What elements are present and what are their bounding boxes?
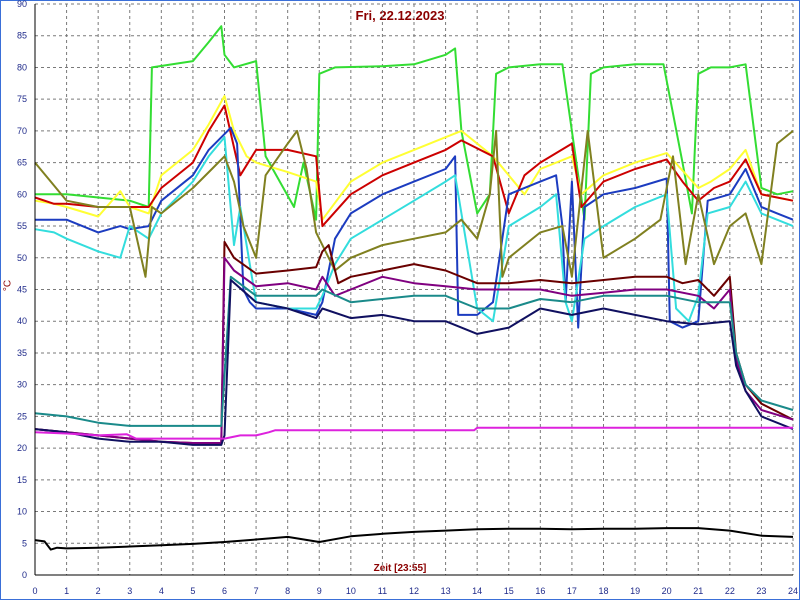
x-tick-label: 18 xyxy=(598,586,608,596)
x-tick-label: 14 xyxy=(472,586,482,596)
series-line-8 xyxy=(34,256,794,444)
x-tick-label: 23 xyxy=(756,586,766,596)
y-tick-label: 10 xyxy=(17,507,27,517)
x-tick-label: 0 xyxy=(32,586,37,596)
temperature-chart: 0510152025303540455055606570758085900 1 2 3… xyxy=(0,0,800,600)
x-tick-label: 24 xyxy=(788,586,798,596)
y-tick-label: 5 xyxy=(22,538,27,548)
y-tick-label: 50 xyxy=(17,253,27,263)
y-tick-label: 45 xyxy=(17,285,27,295)
x-tick-label: 8 xyxy=(285,586,290,596)
outer-frame xyxy=(0,0,800,600)
axes xyxy=(0,0,800,600)
y-tick-label: 70 xyxy=(17,126,27,136)
x-tick-label: 16 xyxy=(535,586,545,596)
y-tick-label: 55 xyxy=(17,221,27,231)
x-tick-label: 15 xyxy=(504,586,514,596)
x-tick-label: 10 xyxy=(346,586,356,596)
y-tick-label: 85 xyxy=(17,31,27,41)
y-tick-label: 65 xyxy=(17,158,27,168)
y-tick-label: 0 xyxy=(22,570,27,580)
y-tick-label: 75 xyxy=(17,94,27,104)
x-tick-label: 7 xyxy=(254,586,259,596)
y-tick-label: 60 xyxy=(17,189,27,199)
x-tick-label: 9 xyxy=(317,586,322,596)
y-tick-label: 20 xyxy=(17,443,27,453)
x-tick-label: 22 xyxy=(725,586,735,596)
x-tick-label: 20 xyxy=(662,586,672,596)
x-tick-label: 4 xyxy=(159,586,164,596)
x-tick-label: 11 xyxy=(378,586,387,596)
y-tick-label: 25 xyxy=(17,411,27,421)
grid-lines xyxy=(35,3,794,575)
x-tick-label: 19 xyxy=(630,586,640,596)
y-tick-label: 80 xyxy=(17,62,27,72)
x-tick-label: 13 xyxy=(441,586,451,596)
x-tick-label: 6 xyxy=(222,586,227,596)
x-tick-label: 3 xyxy=(127,586,132,596)
y-tick-label: 90 xyxy=(17,0,27,9)
x-tick-label: 17 xyxy=(567,586,577,596)
x-tick-label: 2 xyxy=(96,586,101,596)
y-tick-label: 40 xyxy=(17,316,27,326)
y-tick-label: 15 xyxy=(17,475,27,485)
x-tick-label: 5 xyxy=(190,586,195,596)
x-tick-label: 1 xyxy=(64,586,69,596)
x-tick-label: 21 xyxy=(693,586,703,596)
x-tick-label: 12 xyxy=(409,586,419,596)
y-tick-label: 35 xyxy=(17,348,27,358)
y-tick-label: 30 xyxy=(17,380,27,390)
